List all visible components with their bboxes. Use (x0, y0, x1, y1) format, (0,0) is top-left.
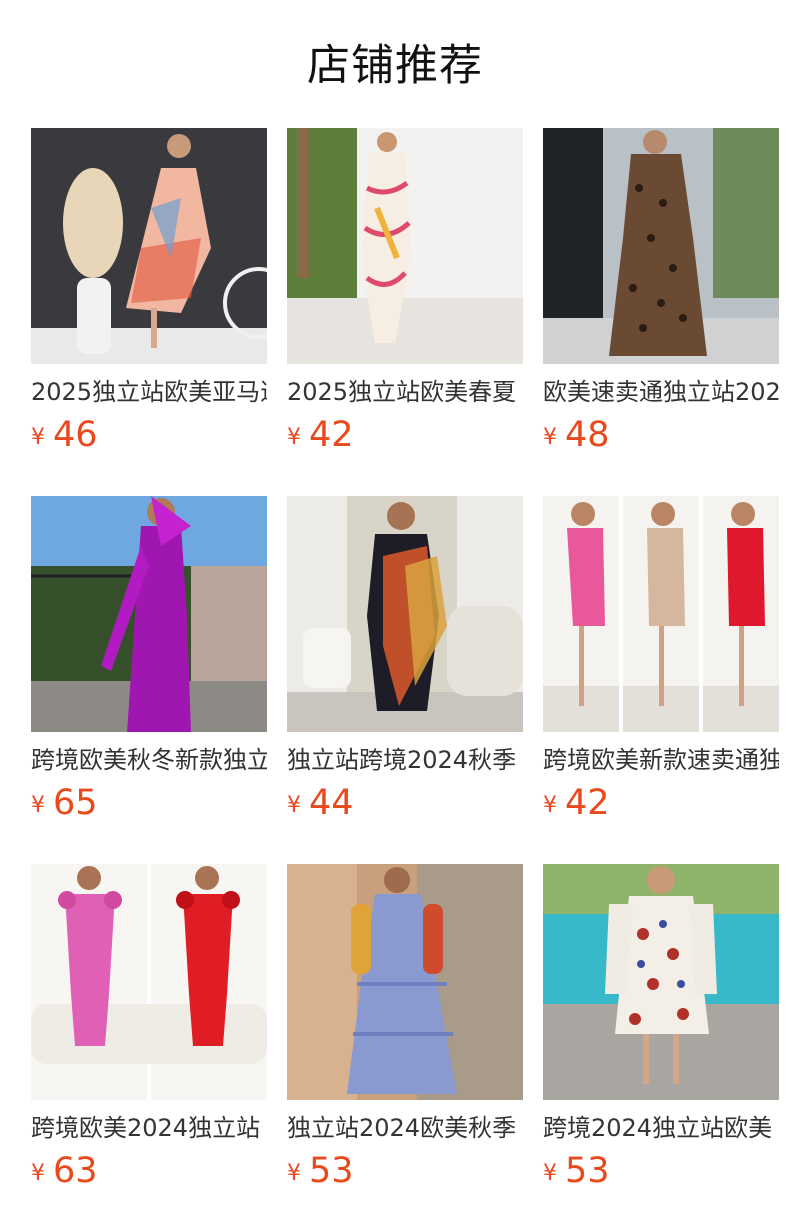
product-price: ¥46 (31, 415, 267, 457)
product-name: 跨境欧美秋冬新款独立站 (31, 746, 267, 774)
price-value: 44 (309, 783, 354, 823)
product-name: 跨境欧美2024独立站 (31, 1114, 261, 1142)
product-image[interactable] (287, 496, 523, 732)
product-price: ¥42 (543, 783, 779, 825)
product-price: ¥42 (287, 415, 523, 457)
product-image[interactable] (287, 864, 523, 1100)
currency-symbol: ¥ (31, 425, 45, 450)
price-value: 65 (53, 783, 98, 823)
product-image[interactable] (31, 496, 267, 732)
product-card[interactable]: 欧美速卖通独立站2025 ¥48 (543, 128, 779, 496)
product-card[interactable]: 跨境欧美2024独立站 ¥63 (31, 864, 267, 1232)
currency-symbol: ¥ (31, 1161, 45, 1186)
product-image[interactable] (31, 128, 267, 364)
product-card[interactable]: 独立站跨境2024秋季 ¥44 (287, 496, 523, 864)
shop-recommendations-page: 店铺推荐 2025独立站欧美亚马逊 ¥46 2025独立站欧美春夏 ¥ 42 欧… (0, 0, 790, 1232)
product-price: ¥44 (287, 783, 523, 825)
currency-symbol: ¥ (287, 425, 301, 450)
product-card[interactable]: 2025独立站欧美春夏 ¥42 (287, 128, 523, 496)
price-value: 48 (565, 415, 610, 455)
product-price: ¥53 (543, 1151, 779, 1193)
product-price: ¥53 (287, 1151, 523, 1193)
product-name: 2025独立站欧美春夏 (287, 378, 517, 406)
product-price: ¥65 (31, 783, 267, 825)
product-name: 2025独立站欧美亚马逊 (31, 378, 267, 406)
product-card[interactable]: 跨境欧美新款速卖通独立站 ¥42 (543, 496, 779, 864)
product-card[interactable]: 跨境2024独立站欧美 ¥53 (543, 864, 779, 1232)
product-card[interactable]: 独立站2024欧美秋季 ¥53 (287, 864, 523, 1232)
currency-symbol: ¥ (543, 793, 557, 818)
product-name: 独立站跨境2024秋季 (287, 746, 517, 774)
price-value: 53 (309, 1151, 354, 1191)
product-name: 独立站2024欧美秋季 (287, 1114, 517, 1142)
product-image[interactable] (543, 496, 779, 732)
price-value: 53 (565, 1151, 610, 1191)
section-title: 店铺推荐 (307, 41, 483, 91)
product-price: ¥63 (31, 1151, 267, 1193)
product-card[interactable]: 2025独立站欧美亚马逊 ¥46 (31, 128, 267, 496)
currency-symbol: ¥ (543, 425, 557, 450)
product-name: 跨境2024独立站欧美 (543, 1114, 773, 1142)
product-image[interactable] (543, 128, 779, 364)
currency-symbol: ¥ (31, 793, 45, 818)
product-grid: 2025独立站欧美亚马逊 ¥46 2025独立站欧美春夏 ¥ 42 欧美速卖通独… (31, 128, 790, 1232)
price-value: 63 (53, 1151, 98, 1191)
product-image[interactable] (31, 864, 267, 1100)
currency-symbol: ¥ (287, 793, 301, 818)
product-image[interactable] (543, 864, 779, 1100)
price-value: 42 (309, 415, 354, 455)
product-image[interactable] (287, 128, 523, 364)
product-name: 跨境欧美新款速卖通独立站 (543, 746, 779, 774)
currency-symbol: ¥ (287, 1161, 301, 1186)
currency-symbol: ¥ (543, 1161, 557, 1186)
price-value: 42 (565, 783, 610, 823)
price-value: 46 (53, 415, 98, 455)
product-price: ¥48 (543, 415, 779, 457)
product-name: 欧美速卖通独立站2025 (543, 378, 779, 406)
product-card[interactable]: 跨境欧美秋冬新款独立站 ¥65 (31, 496, 267, 864)
